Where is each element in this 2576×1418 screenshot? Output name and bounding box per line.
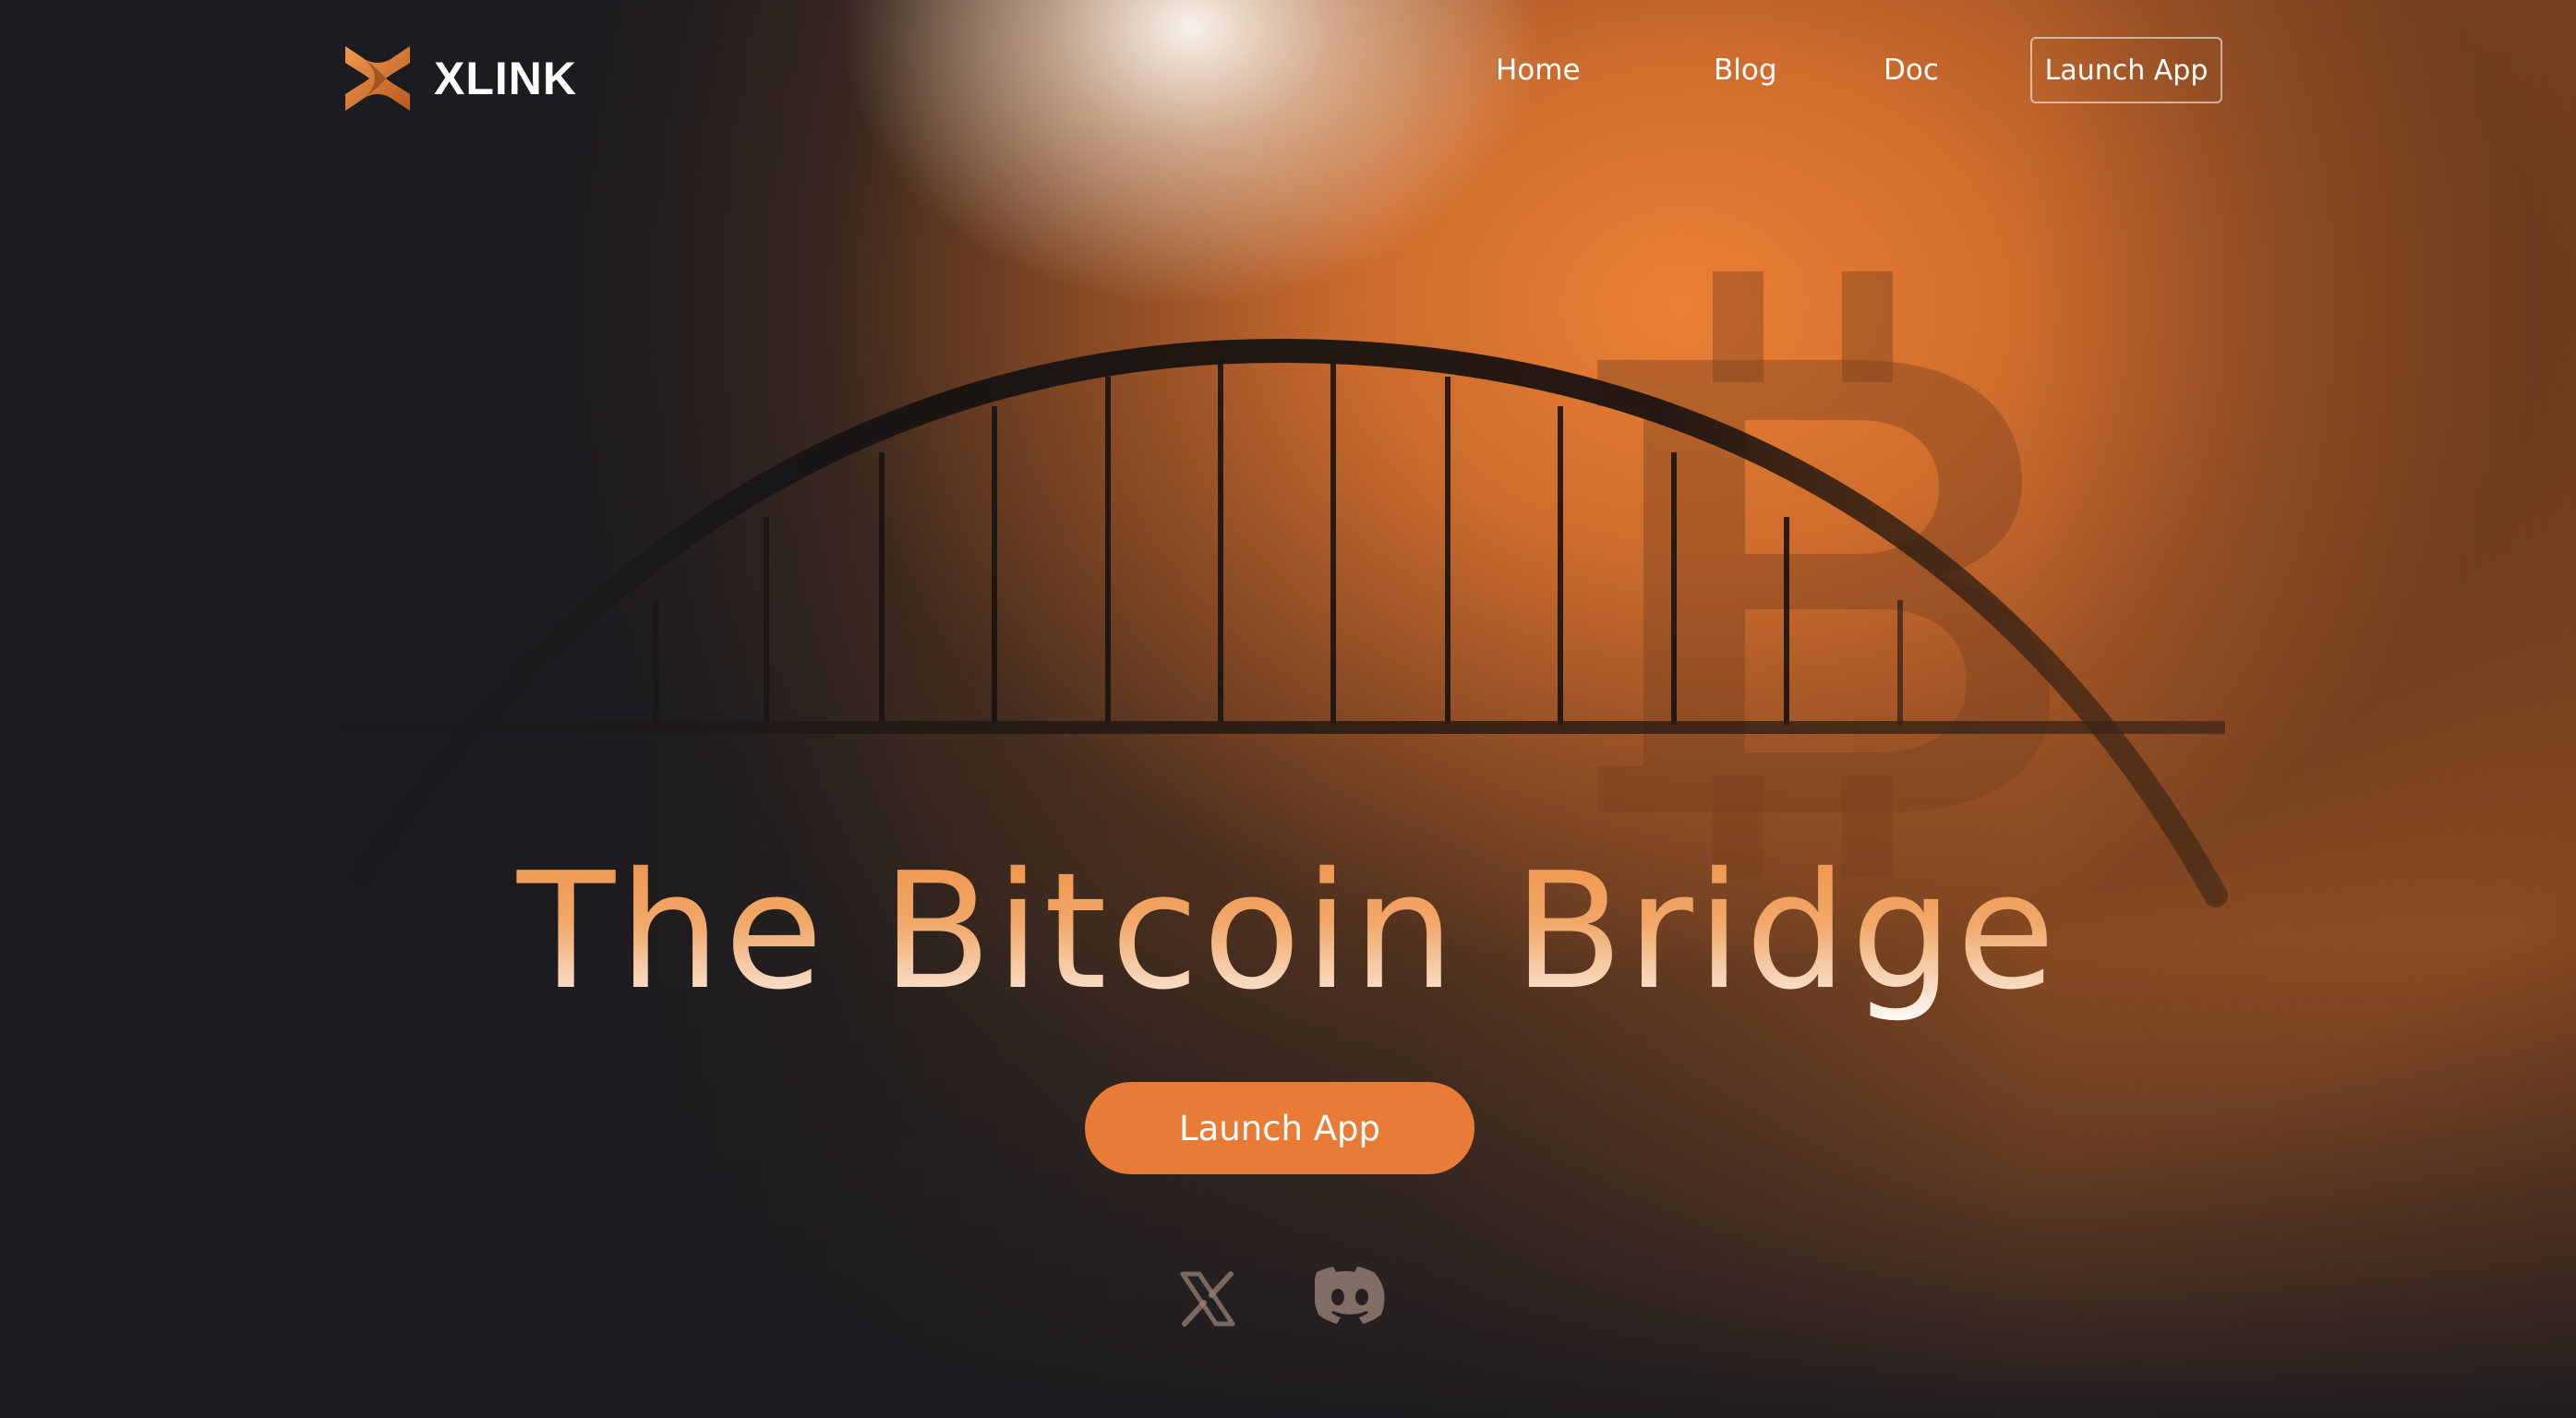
landing-page: XLINK Home Blog Doc Launch App The Bitco… xyxy=(0,0,2576,1418)
bridge-illustration xyxy=(334,338,2228,907)
hero-title: The Bitcoin Bridge xyxy=(0,839,2576,1025)
nav-launch-app-button[interactable]: Launch App xyxy=(2030,37,2222,103)
nav-link-blog[interactable]: Blog xyxy=(1714,54,1777,87)
discord-icon[interactable] xyxy=(1313,1267,1385,1324)
hero-launch-app-button[interactable]: Launch App xyxy=(1085,1082,1475,1174)
nav-link-home[interactable]: Home xyxy=(1496,54,1581,87)
top-navigation: XLINK Home Blog Doc Launch App xyxy=(0,0,2576,148)
brand-logo[interactable]: XLINK xyxy=(343,44,577,113)
brand-name: XLINK xyxy=(434,53,577,104)
x-icon[interactable] xyxy=(1179,1270,1236,1328)
nav-link-doc[interactable]: Doc xyxy=(1884,54,1939,87)
xlink-logo-icon xyxy=(345,46,410,111)
